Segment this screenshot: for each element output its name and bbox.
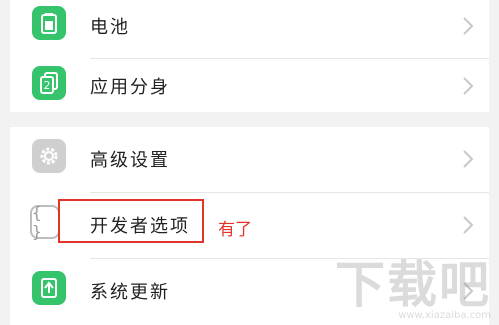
chevron-right-icon — [463, 77, 474, 95]
gear-icon — [32, 139, 66, 173]
settings-group-top: 电池 2 应用分身 — [10, 0, 489, 112]
chevron-right-icon — [463, 17, 474, 35]
system-update-icon — [32, 271, 66, 305]
chevron-right-icon — [463, 150, 474, 168]
settings-item-label: 高级设置 — [90, 150, 170, 171]
chevron-right-icon — [463, 216, 474, 234]
app-clone-icon: 2 — [32, 66, 66, 100]
braces-icon: { } — [30, 203, 60, 241]
settings-item-label: 系统更新 — [90, 282, 170, 303]
watermark-text: 下载吧 — [335, 256, 491, 314]
settings-item-label: 应用分身 — [90, 77, 170, 98]
settings-item-advanced[interactable]: 高级设置 — [10, 127, 489, 191]
watermark-logo: 下载吧 www.xiazaiba.com — [335, 260, 491, 321]
svg-text:2: 2 — [44, 79, 51, 92]
settings-item-battery[interactable]: 电池 — [10, 0, 489, 58]
highlight-box — [58, 199, 204, 243]
battery-icon — [32, 6, 66, 40]
settings-item-app-clone[interactable]: 2 应用分身 — [10, 54, 489, 118]
settings-item-label: 电池 — [90, 17, 130, 38]
annotation-text: 有了 — [218, 220, 252, 240]
